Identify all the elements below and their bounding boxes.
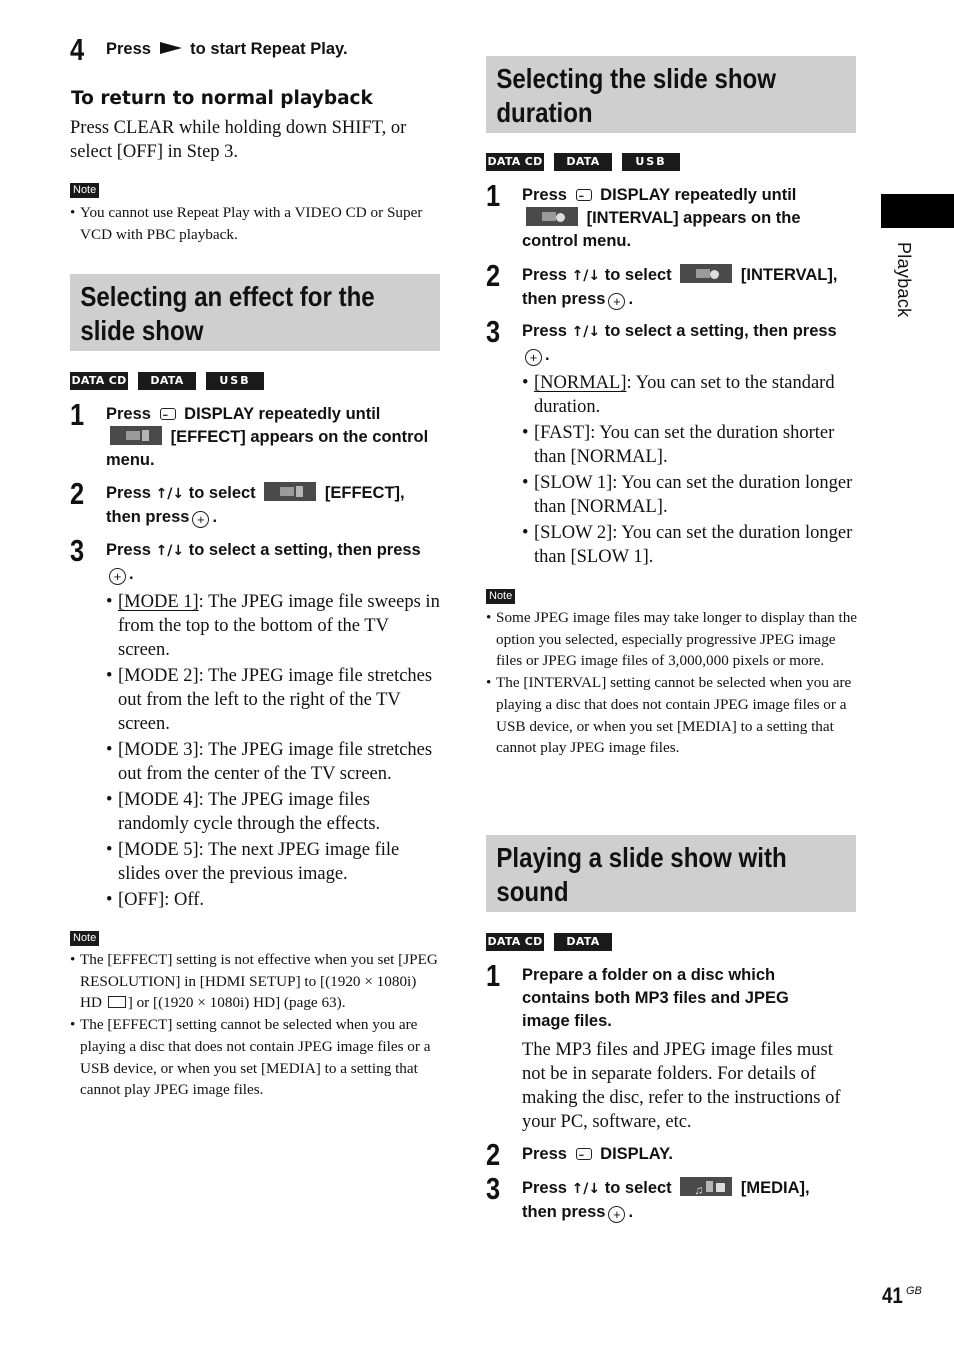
section-header-sound: Playing a slide show with sound — [486, 835, 856, 912]
step-number: 1 — [486, 178, 501, 213]
interval-menu-icon — [680, 264, 733, 283]
effect-step-1: 1 Press DISPLAY repeatedly until [EFFECT… — [70, 397, 442, 472]
badge-data-dvd: DATA DVD — [138, 372, 196, 405]
note-label: Note — [70, 931, 100, 946]
step-number: 3 — [486, 1171, 501, 1206]
option-item: [SLOW 2]: You can set the duration longe… — [522, 521, 858, 569]
note-block-1: Note You cannot use Repeat Play with a V… — [70, 180, 442, 245]
step-number: 1 — [486, 958, 501, 993]
up-down-arrows-icon: ↑/↓ — [571, 1181, 601, 1197]
note-item: The [EFFECT] setting cannot be selected … — [70, 1014, 442, 1101]
option-item: [NORMAL]: You can set to the standard du… — [522, 371, 858, 419]
option-item: [MODE 2]: The JPEG image file stretches … — [106, 664, 442, 736]
effect-step-2: 2 Press ↑/↓ to select [EFFECT], then pre… — [70, 476, 405, 528]
badge-usb: USB — [622, 153, 680, 171]
badge-data-cd: DATA CD — [70, 372, 128, 390]
up-down-arrows-icon: ↑/↓ — [571, 268, 601, 284]
effect-options-list: [MODE 1]: The JPEG image file sweeps in … — [106, 590, 442, 914]
option-item: [MODE 1]: The JPEG image file sweeps in … — [106, 590, 442, 662]
step-number: 3 — [486, 314, 501, 349]
note-label: Note — [486, 589, 516, 604]
enter-button-icon: + — [525, 349, 542, 366]
sound-step-1: 1 Prepare a folder on a disc which conta… — [486, 958, 858, 1134]
step-number: 2 — [486, 1137, 501, 1172]
note-label: Note — [70, 183, 100, 198]
return-text: Press CLEAR while holding down SHIFT, or… — [70, 118, 407, 162]
side-tab-marker — [881, 194, 954, 228]
enter-button-icon: + — [608, 293, 626, 310]
effect-menu-icon — [110, 426, 162, 445]
option-item: [MODE 5]: The next JPEG image file slide… — [106, 838, 442, 886]
step-number: 3 — [70, 533, 85, 568]
section-header-effect: Selecting an effect for the slide show — [70, 274, 440, 351]
side-tab-label: Playback — [894, 242, 914, 318]
note-block-3: Note Some JPEG image files may take long… — [486, 586, 858, 759]
media-badges: DATA CD DATA DVD USB — [70, 372, 274, 405]
note-item: Some JPEG image files may take longer to… — [486, 607, 858, 672]
display-button-icon — [575, 1142, 592, 1165]
note-item: You cannot use Repeat Play with a VIDEO … — [70, 202, 442, 245]
enter-button-icon: + — [109, 568, 126, 585]
badge-data-cd: DATA CD — [486, 933, 544, 951]
enter-button-icon: + — [192, 511, 210, 528]
interval-menu-icon — [526, 207, 578, 226]
up-down-arrows-icon: ↑/↓ — [571, 324, 601, 340]
up-down-arrows-icon: ↑/↓ — [155, 543, 185, 559]
note-block-2: Note The [EFFECT] setting is not effecti… — [70, 928, 442, 1101]
duration-step-3: 3 Press ↑/↓ to select a setting, then pr… — [486, 314, 837, 366]
sound-step-2: 2 Press DISPLAY. — [486, 1137, 858, 1172]
aspect-box-icon — [107, 996, 126, 1009]
duration-step-2: 2 Press ↑/↓ to select [INTERVAL], then p… — [486, 258, 838, 310]
option-item: [OFF]: Off. — [106, 888, 442, 912]
section-title: Selecting the slide show duration — [496, 63, 776, 128]
step-4: 4 Press to start Repeat Play. — [70, 32, 348, 67]
step-number: 1 — [70, 397, 85, 432]
media-menu-icon: ♫ — [680, 1177, 733, 1197]
display-button-icon — [159, 402, 176, 425]
media-badges: DATA CD DATA DVD — [486, 933, 622, 966]
duration-options-list: [NORMAL]: You can set to the standard du… — [522, 371, 858, 571]
option-item: [SLOW 1]: You can set the duration longe… — [522, 471, 858, 519]
return-heading: To return to normal playback — [71, 88, 373, 109]
media-badges: DATA CD DATA DVD USB — [486, 153, 690, 186]
note-item: The [INTERVAL] setting cannot be selecte… — [486, 672, 858, 759]
display-button-icon — [575, 183, 592, 206]
page-suffix: GB — [906, 1285, 922, 1297]
badge-usb: USB — [206, 372, 264, 390]
effect-menu-icon — [264, 482, 317, 501]
step-number: 2 — [70, 476, 85, 511]
effect-step-3: 3 Press ↑/↓ to select a setting, then pr… — [70, 533, 421, 585]
sound-step-3: 3 Press ↑/↓ to select ♫ [MEDIA], then pr… — [486, 1171, 810, 1223]
note-item: The [EFFECT] setting is not effective wh… — [70, 949, 442, 1014]
step-number: 4 — [70, 32, 85, 67]
section-title: Playing a slide show with sound — [496, 842, 787, 907]
section-header-duration: Selecting the slide show duration — [486, 56, 856, 133]
section-title: Selecting an effect for the slide show — [80, 281, 375, 346]
step-body: The MP3 files and JPEG image files must … — [522, 1040, 841, 1132]
badge-data-dvd: DATA DVD — [554, 153, 612, 186]
up-down-arrows-icon: ↑/↓ — [155, 486, 185, 502]
option-item: [MODE 3]: The JPEG image file stretches … — [106, 738, 442, 786]
page-number: 41 — [882, 1283, 903, 1308]
option-item: [FAST]: You can set the duration shorter… — [522, 421, 858, 469]
option-item: [MODE 4]: The JPEG image files randomly … — [106, 788, 442, 836]
step-number: 2 — [486, 258, 501, 293]
play-icon — [159, 42, 182, 54]
enter-button-icon: + — [608, 1206, 626, 1223]
duration-step-1: 1 Press DISPLAY repeatedly until [INTERV… — [486, 178, 858, 253]
badge-data-cd: DATA CD — [486, 153, 544, 171]
badge-data-dvd: DATA DVD — [554, 933, 612, 966]
